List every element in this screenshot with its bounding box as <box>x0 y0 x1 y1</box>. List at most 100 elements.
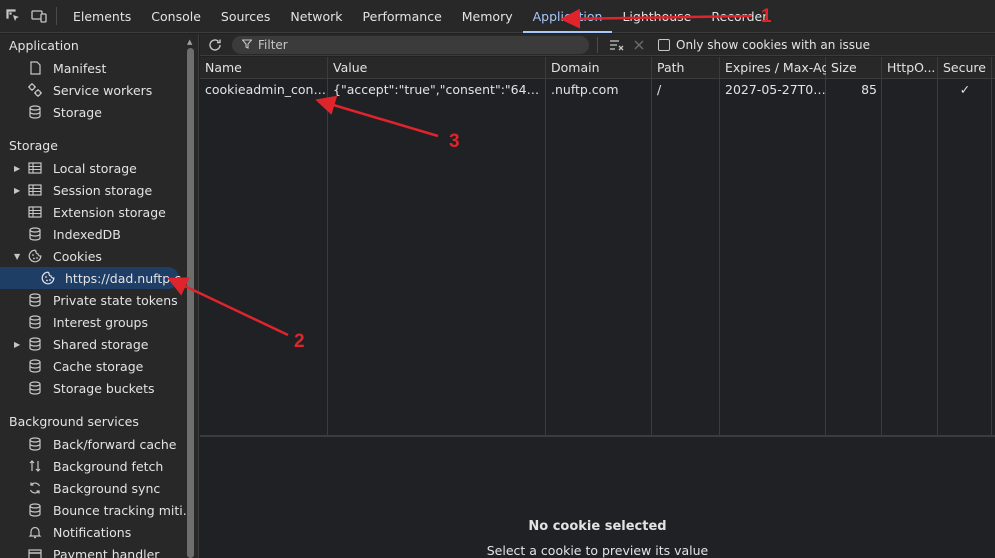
cell-secure[interactable]: ✓ <box>938 79 992 101</box>
sidebar-item-label: IndexedDB <box>53 226 121 242</box>
scroll-up-arrow-icon[interactable]: ▲ <box>187 38 192 46</box>
document-icon <box>27 60 43 76</box>
filter-funnel-icon <box>241 38 253 52</box>
tab-divider <box>56 7 57 25</box>
database-icon <box>27 380 43 396</box>
header-expires[interactable]: Expires / Max-Age <box>720 57 826 79</box>
cell-path[interactable]: / <box>652 79 720 101</box>
sidebar-item-back-forward-cache[interactable]: Back/forward cache <box>0 433 198 455</box>
database-icon <box>27 502 43 518</box>
sidebar-item-background-fetch[interactable]: Background fetch <box>0 455 198 477</box>
sidebar-item-bounce-tracking[interactable]: Bounce tracking miti... <box>0 499 198 521</box>
sidebar-item-label: Cache storage <box>53 358 144 374</box>
column-size <box>826 57 882 435</box>
tab-elements[interactable]: Elements <box>63 0 141 33</box>
column-domain <box>546 57 652 435</box>
cell-httponly[interactable] <box>882 79 938 101</box>
tab-lighthouse[interactable]: Lighthouse <box>612 0 701 33</box>
filter-input[interactable] <box>258 37 558 52</box>
sidebar-item-label: Private state tokens <box>53 292 178 308</box>
cell-domain[interactable]: .nuftp.com <box>546 79 652 101</box>
tab-sources[interactable]: Sources <box>211 0 280 33</box>
preview-subtitle: Select a cookie to preview its value <box>486 543 709 558</box>
header-name[interactable]: Name <box>200 57 328 79</box>
sidebar-item-payment-handler[interactable]: Payment handler <box>0 543 198 558</box>
sidebar-item-label: https://dad.nuftp.c... <box>65 270 193 286</box>
header-httponly[interactable]: HttpO... <box>882 57 938 79</box>
section-storage: Storage <box>9 138 58 153</box>
inspect-element-icon[interactable] <box>0 0 26 33</box>
cookies-table: Name Value Domain Path Expires / Max-Age… <box>200 57 995 435</box>
header-domain[interactable]: Domain <box>546 57 652 79</box>
sidebar-item-private-state-tokens[interactable]: Private state tokens <box>0 289 198 311</box>
delete-selected-icon[interactable] <box>628 39 650 51</box>
only-issue-label: Only show cookies with an issue <box>676 37 871 52</box>
sidebar-item-background-sync[interactable]: Background sync <box>0 477 198 499</box>
sidebar-item-label: Bounce tracking miti... <box>53 502 195 518</box>
checkbox-box[interactable] <box>658 38 670 51</box>
annotation-label-3: 3 <box>449 131 460 152</box>
header-value[interactable]: Value <box>328 57 546 79</box>
only-issue-checkbox[interactable]: Only show cookies with an issue <box>658 38 870 52</box>
table-icon <box>27 160 43 176</box>
sidebar-item-label: Storage <box>53 104 102 120</box>
sidebar-item-service-workers[interactable]: Service workers <box>0 79 198 101</box>
sidebar-item-shared-storage[interactable]: ▶ Shared storage <box>0 333 198 355</box>
sidebar-item-storage-buckets[interactable]: Storage buckets <box>0 377 198 399</box>
section-background-services: Background services <box>9 414 139 429</box>
column-name <box>200 57 328 435</box>
cookies-toolbar: Only show cookies with an issue <box>200 34 995 56</box>
sidebar-item-cache-storage[interactable]: Cache storage <box>0 355 198 377</box>
gears-icon <box>27 82 43 98</box>
section-application: Application <box>9 38 79 53</box>
cookie-icon <box>27 248 43 264</box>
sidebar-item-storage-overview[interactable]: Storage <box>0 101 198 123</box>
cell-expires[interactable]: 2027-05-27T07:... <box>720 79 826 101</box>
expand-arrow-icon[interactable]: ▶ <box>14 164 22 173</box>
sidebar-item-notifications[interactable]: Notifications <box>0 521 198 543</box>
sidebar-item-label: Payment handler <box>53 546 160 558</box>
sidebar-scrollbar[interactable]: ▲ <box>186 38 195 558</box>
sidebar-item-interest-groups[interactable]: Interest groups <box>0 311 198 333</box>
sidebar-item-label: Background fetch <box>53 458 164 474</box>
tab-console[interactable]: Console <box>141 0 211 33</box>
sidebar-item-label: Extension storage <box>53 204 166 220</box>
tab-performance[interactable]: Performance <box>353 0 452 33</box>
filter-box <box>232 35 589 54</box>
header-size[interactable]: Size <box>826 57 882 79</box>
database-icon <box>27 226 43 242</box>
database-icon <box>27 358 43 374</box>
column-httponly <box>882 57 938 435</box>
tab-network[interactable]: Network <box>280 0 352 33</box>
refresh-icon[interactable] <box>200 38 230 52</box>
header-path[interactable]: Path <box>652 57 720 79</box>
sidebar-item-session-storage[interactable]: ▶ Session storage <box>0 179 198 201</box>
sidebar-item-cookies[interactable]: ▼ Cookies <box>0 245 198 267</box>
expand-arrow-icon[interactable]: ▶ <box>14 340 22 349</box>
tab-memory[interactable]: Memory <box>452 0 523 33</box>
device-toolbar-icon[interactable] <box>26 0 52 33</box>
clear-filtered-cookies-icon[interactable] <box>606 38 628 52</box>
sidebar-item-local-storage[interactable]: ▶ Local storage <box>0 157 198 179</box>
cell-name[interactable]: cookieadmin_consent <box>200 79 328 101</box>
sidebar-item-manifest[interactable]: Manifest <box>0 57 198 79</box>
column-value <box>328 57 546 435</box>
collapse-arrow-icon[interactable]: ▼ <box>14 252 22 261</box>
tab-application[interactable]: Application <box>522 0 613 33</box>
column-expires <box>720 57 826 435</box>
expand-arrow-icon[interactable]: ▶ <box>14 186 22 195</box>
sidebar-item-indexeddb[interactable]: IndexedDB <box>0 223 198 245</box>
devtools-tab-bar: Elements Console Sources Network Perform… <box>0 0 995 33</box>
database-icon <box>27 104 43 120</box>
column-path <box>652 57 720 435</box>
sync-icon <box>27 480 43 496</box>
annotation-label-2: 2 <box>294 331 305 352</box>
sidebar-item-cookie-origin[interactable]: https://dad.nuftp.c... <box>0 267 193 289</box>
header-secure[interactable]: Secure <box>938 57 992 79</box>
sidebar-item-extension-storage[interactable]: Extension storage <box>0 201 198 223</box>
table-icon <box>27 204 43 220</box>
cell-size[interactable]: 85 <box>826 79 882 101</box>
cell-value[interactable]: {"accept":"true","consent":"64ab7cc8-... <box>328 79 546 101</box>
scrollbar-thumb[interactable] <box>187 48 194 558</box>
annotation-label-1: 1 <box>761 6 772 27</box>
